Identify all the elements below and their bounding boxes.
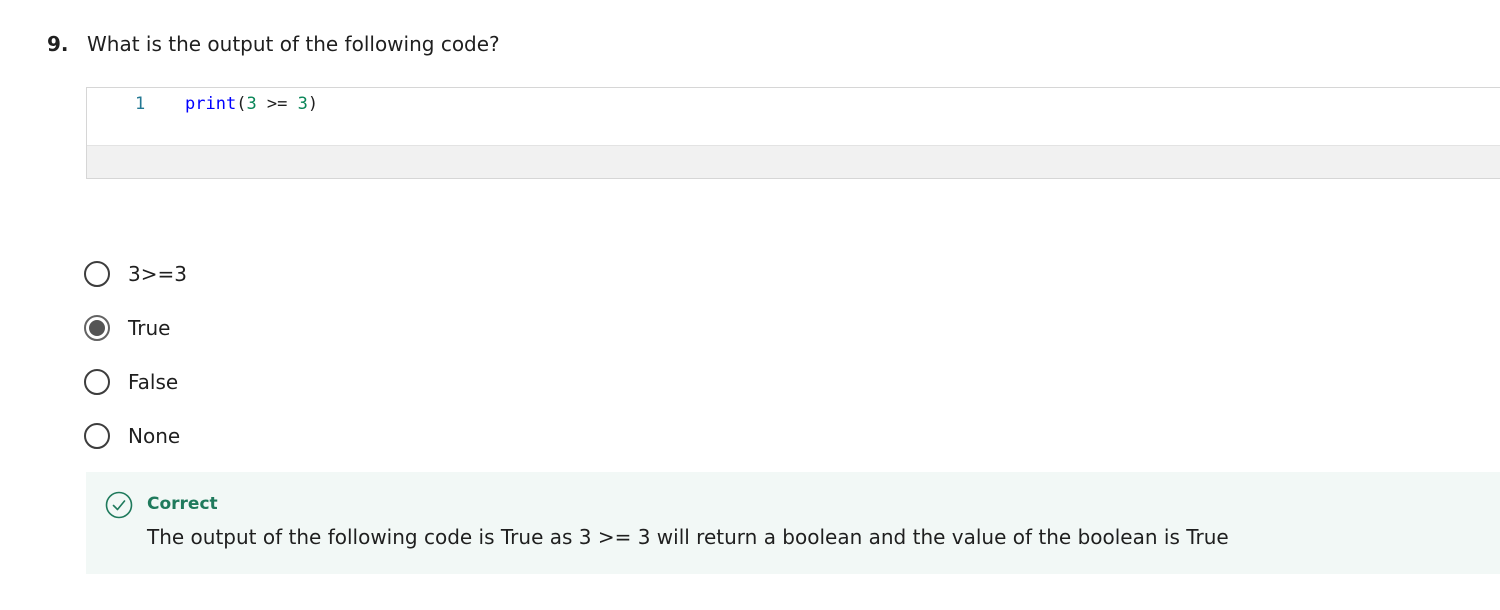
code-token-paren-close: ) [307,94,319,114]
feedback-explanation: The output of the following code is True… [147,525,1229,549]
code-block: 1 print(3 >= 3) [86,87,1500,179]
answer-option-label: 3>=3 [128,262,187,286]
answer-option-label: True [128,316,171,340]
check-circle-icon [105,491,133,519]
line-number: 1 [135,94,146,114]
code-block-footer [87,145,1500,178]
question-prompt: What is the output of the following code… [87,32,500,56]
question-number: 9. [47,32,69,56]
code-token-operator: >= [256,94,298,114]
radio-button-selected[interactable] [84,315,110,341]
radio-button[interactable] [84,261,110,287]
code-line: 1 print(3 >= 3) [87,88,1500,148]
code-token-function: print [185,94,237,114]
feedback-panel: Correct The output of the following code… [86,472,1500,574]
answer-option-1[interactable]: 3>=3 [84,258,484,290]
feedback-status: Correct [147,494,218,514]
quiz-question-page: 9. What is the output of the following c… [0,0,1500,610]
radio-button[interactable] [84,423,110,449]
radio-button[interactable] [84,369,110,395]
answer-option-2[interactable]: True [84,312,484,344]
radio-selected-dot [89,320,105,336]
answer-option-label: False [128,370,179,394]
answer-option-label: None [128,424,181,448]
code-text: print(3 >= 3) [185,94,318,114]
code-token-number: 3 [297,94,308,114]
code-token-number: 3 [246,94,257,114]
code-token-paren-open: ( [236,94,247,114]
answer-option-3[interactable]: False [84,366,484,398]
answer-option-4[interactable]: None [84,420,484,452]
